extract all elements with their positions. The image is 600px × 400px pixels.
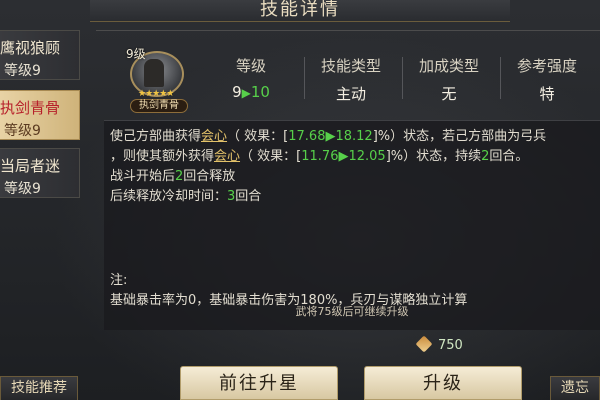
description-line-3: 战斗开始后2回合释放: [110, 169, 236, 184]
description-line-2: ，则使其额外获得会心（ 效果：[11.76▶12.05]%）状态，持续2回合。: [110, 149, 529, 164]
skill-item-1[interactable]: 执剑青骨 等级9: [0, 90, 80, 140]
stat-rating: 参考强度 特: [500, 55, 592, 104]
stat-label: 技能类型: [320, 57, 381, 75]
stat-value: 主动: [335, 85, 366, 103]
star-rating-icon: ★★★★★: [138, 89, 174, 99]
skill-avatar: 9级 ★★★★★ 执剑青骨: [126, 45, 192, 113]
arrow-right-icon: ▶: [241, 86, 251, 100]
skill-recommend-button[interactable]: 技能推荐: [0, 376, 78, 400]
arrow-right-icon: ▶: [338, 149, 349, 164]
upgrade-button[interactable]: 升级: [364, 366, 522, 400]
upgrade-cost: 750: [415, 335, 463, 353]
skill-item-0[interactable]: 鹰视狼顾 等级9: [0, 30, 80, 80]
stat-bonus: 加成类型 无: [402, 55, 494, 104]
stat-label: 参考强度: [516, 57, 577, 75]
skill-name: 执剑青骨: [0, 99, 61, 117]
go-to-star-up-button[interactable]: 前往升星: [180, 366, 338, 400]
description-line-4: 后续释放冷却时间：3回合: [110, 189, 262, 204]
skill-item-2[interactable]: 当局者迷 等级9: [0, 148, 80, 198]
skill-level: 等级9: [4, 123, 41, 139]
stat-label: 加成类型: [418, 57, 479, 75]
stat-value: 无: [441, 85, 457, 103]
stats-row: 等级 9▶10 技能类型 主动 加成类型 无 参考强度 特: [206, 55, 600, 105]
level-to: 10: [250, 83, 270, 101]
avatar-name: 执剑青骨: [130, 99, 188, 113]
skill-name: 当局者迷: [0, 157, 61, 175]
arrow-right-icon: ▶: [325, 129, 336, 144]
description-line-1: 使己方部曲获得会心（ 效果：[17.68▶18.12]%）状态，若己方部曲为弓兵: [110, 129, 547, 144]
effect-link[interactable]: 会心: [201, 129, 227, 144]
skill-level: 等级9: [4, 63, 41, 79]
general-portrait: [144, 59, 164, 87]
note-title: 注:: [110, 273, 128, 288]
forget-button[interactable]: 遗忘: [550, 376, 600, 400]
page-title: 技能详情: [90, 0, 510, 22]
avatar-level: 9级: [126, 47, 146, 61]
skill-name: 鹰视狼顾: [0, 39, 61, 57]
stat-level: 等级 9▶10: [206, 55, 296, 101]
skill-description: 使己方部曲获得会心（ 效果：[17.68▶18.12]%）状态，若己方部曲为弓兵…: [104, 120, 600, 330]
level-from: 9: [232, 83, 242, 101]
coin-icon: [415, 335, 433, 353]
stat-value: 9▶10: [206, 83, 296, 101]
upgrade-hint: 武将75级后可继续升级: [295, 305, 409, 318]
cost-value: 750: [438, 338, 463, 353]
skill-level: 等级9: [4, 181, 41, 197]
effect-link[interactable]: 会心: [214, 149, 240, 164]
stat-type: 技能类型 主动: [304, 55, 396, 104]
stat-value: 特: [539, 85, 555, 103]
stat-label: 等级: [235, 57, 266, 75]
